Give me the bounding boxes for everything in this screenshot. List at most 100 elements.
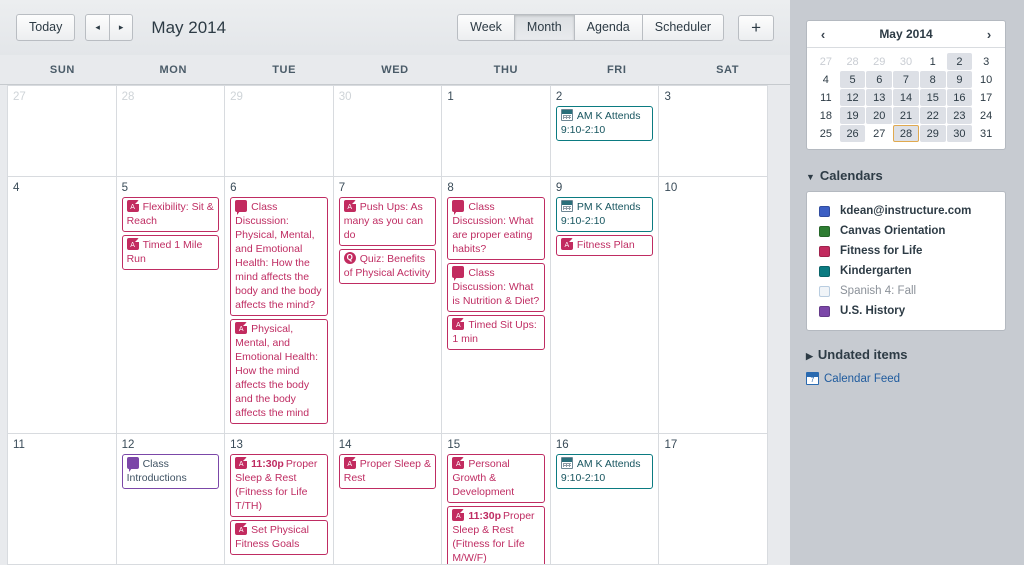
- mini-calendar-day[interactable]: 19: [839, 107, 866, 124]
- calendar-event[interactable]: Class Introductions: [121, 454, 220, 489]
- calendar-event[interactable]: Physical, Mental, and Emotional Health: …: [230, 318, 328, 424]
- day-cell-3[interactable]: 3: [659, 86, 769, 176]
- mini-calendar-day[interactable]: 25: [813, 125, 839, 142]
- calendar-event[interactable]: Class Discussion: What is Nutrition & Di…: [447, 262, 545, 312]
- calendar-color-swatch[interactable]: [819, 245, 830, 257]
- calendar-event[interactable]: AM K Attends 9:10-2:10: [555, 454, 654, 489]
- mini-calendar-day[interactable]: 16: [946, 89, 973, 106]
- calendar-color-swatch[interactable]: [819, 205, 830, 217]
- day-cell-13[interactable]: 13 11:30pProper Sleep & Rest (Fitness for…: [225, 434, 334, 564]
- calendar-event[interactable]: 11:30pProper Sleep & Rest (Fitness for L…: [230, 454, 328, 517]
- mini-calendar-day[interactable]: 29: [866, 53, 892, 70]
- day-cell-17[interactable]: 17: [659, 434, 769, 564]
- mini-calendar-day[interactable]: 30: [893, 53, 919, 70]
- mini-calendar-day[interactable]: 17: [973, 89, 999, 106]
- mini-calendar-day[interactable]: 27: [813, 53, 839, 70]
- mini-calendar-day[interactable]: 30: [946, 125, 973, 142]
- calendar-list-item-4[interactable]: Spanish 4: Fall: [807, 281, 1005, 301]
- mini-calendar-day[interactable]: 26: [839, 125, 866, 142]
- mini-calendar-day[interactable]: 23: [946, 107, 973, 124]
- calendar-feed-link[interactable]: Calendar Feed: [806, 372, 1006, 385]
- view-tab-agenda[interactable]: Agenda: [574, 14, 643, 41]
- prev-month-button[interactable]: ◂: [85, 14, 110, 41]
- mini-calendar-day[interactable]: 6: [866, 71, 893, 88]
- day-cell-15[interactable]: 15 Personal Growth & Development11:30pPro…: [442, 434, 551, 564]
- mini-calendar-day[interactable]: 2: [946, 53, 973, 70]
- mini-calendar-day[interactable]: 8: [919, 71, 946, 88]
- day-cell-14[interactable]: 14 Proper Sleep & Rest: [334, 434, 443, 564]
- calendar-event[interactable]: Flexibility: Sit & Reach: [121, 196, 220, 232]
- mini-calendar-day[interactable]: 28: [893, 125, 919, 142]
- calendar-event[interactable]: Set Physical Fitness Goals: [230, 520, 328, 555]
- mini-calendar-day[interactable]: 28: [840, 53, 866, 70]
- day-cell-11[interactable]: 11: [8, 434, 117, 564]
- calendar-color-swatch[interactable]: [819, 305, 830, 317]
- mini-calendar-day[interactable]: 14: [893, 89, 919, 106]
- calendar-color-swatch[interactable]: [819, 285, 830, 297]
- day-cell-4[interactable]: 4: [8, 176, 117, 433]
- calendar-event[interactable]: Fitness Plan: [555, 234, 654, 256]
- day-cell-29[interactable]: 29: [225, 86, 334, 176]
- mini-calendar-day[interactable]: 21: [893, 107, 919, 124]
- calendar-list-item-0[interactable]: kdean@instructure.com: [807, 201, 1005, 221]
- day-cell-5[interactable]: 5 Flexibility: Sit & Reach Timed 1 Mile Ru…: [117, 176, 226, 433]
- mini-next-month-button[interactable]: ›: [980, 27, 998, 42]
- mini-calendar-day[interactable]: 5: [839, 71, 866, 88]
- calendar-list-item-1[interactable]: Canvas Orientation: [807, 221, 1005, 241]
- mini-calendar-day[interactable]: 13: [866, 89, 893, 106]
- mini-calendar-day[interactable]: 4: [813, 71, 839, 88]
- calendar-list-item-3[interactable]: Kindergarten: [807, 261, 1005, 281]
- day-cell-2[interactable]: 2 AM K Attends 9:10-2:10: [551, 86, 660, 176]
- mini-calendar-day[interactable]: 18: [813, 107, 839, 124]
- day-cell-6[interactable]: 6 Class Discussion: Physical, Mental, and…: [225, 176, 334, 433]
- calendar-event[interactable]: Class Discussion: Physical, Mental, and …: [230, 196, 328, 316]
- mini-calendar-day[interactable]: 12: [839, 89, 866, 106]
- calendar-list-item-2[interactable]: Fitness for Life: [807, 241, 1005, 261]
- calendars-section-header[interactable]: ▼ Calendars: [806, 168, 1006, 183]
- mini-prev-month-button[interactable]: ‹: [814, 27, 832, 42]
- mini-calendar-day[interactable]: 1: [920, 53, 946, 70]
- day-cell-16[interactable]: 16 AM K Attends 9:10-2:10: [551, 434, 660, 564]
- undated-items-header[interactable]: ▶ Undated items: [806, 347, 1006, 362]
- day-cell-27[interactable]: 27: [8, 86, 117, 176]
- calendar-event[interactable]: Class Discussion: What are proper eating…: [447, 196, 545, 260]
- day-cell-1[interactable]: 1: [442, 86, 551, 176]
- day-cell-28[interactable]: 28: [117, 86, 226, 176]
- calendar-event[interactable]: Timed Sit Ups: 1 min: [447, 314, 545, 350]
- mini-calendar-day[interactable]: 15: [919, 89, 946, 106]
- calendar-event[interactable]: 11:30pProper Sleep & Rest (Fitness for L…: [447, 506, 545, 564]
- calendar-color-swatch[interactable]: [819, 225, 830, 237]
- today-button[interactable]: Today: [16, 14, 76, 41]
- mini-calendar-day[interactable]: 29: [919, 125, 946, 142]
- calendar-list-item-5[interactable]: U.S. History: [807, 301, 1005, 321]
- mini-calendar-day[interactable]: 31: [973, 125, 999, 142]
- view-tab-scheduler[interactable]: Scheduler: [642, 14, 725, 41]
- day-cell-10[interactable]: 10: [659, 176, 769, 433]
- calendar-event[interactable]: Quiz: Benefits of Physical Activity: [338, 248, 437, 284]
- day-cell-8[interactable]: 8 Class Discussion: What are proper eatin…: [442, 176, 551, 433]
- mini-calendar-day[interactable]: 27: [866, 125, 892, 142]
- mini-calendar-day[interactable]: 3: [973, 53, 999, 70]
- mini-calendar-day[interactable]: 10: [973, 71, 999, 88]
- day-cell-9[interactable]: 9 PM K Attends 9:10-2:10 Fitness Plan: [551, 176, 660, 433]
- day-cell-12[interactable]: 12 Class Introductions: [117, 434, 226, 564]
- view-tab-week[interactable]: Week: [457, 14, 515, 41]
- calendar-event[interactable]: Timed 1 Mile Run: [121, 234, 220, 270]
- calendar-event[interactable]: Push Ups: As many as you can do: [338, 196, 437, 246]
- mini-calendar-day[interactable]: 24: [973, 107, 999, 124]
- day-cell-30[interactable]: 30: [334, 86, 443, 176]
- calendar-color-swatch[interactable]: [819, 265, 830, 277]
- mini-calendar-day[interactable]: 22: [919, 107, 946, 124]
- mini-calendar-day[interactable]: 7: [893, 71, 919, 88]
- calendar-event[interactable]: Proper Sleep & Rest: [338, 454, 437, 489]
- calendar-event[interactable]: PM K Attends 9:10-2:10: [555, 196, 654, 232]
- calendar-event[interactable]: Personal Growth & Development: [447, 454, 545, 503]
- calendar-event[interactable]: AM K Attends 9:10-2:10: [555, 106, 654, 141]
- next-month-button[interactable]: ▸: [109, 14, 134, 41]
- add-event-button[interactable]: +: [738, 14, 774, 41]
- mini-calendar-day[interactable]: 20: [866, 107, 893, 124]
- mini-calendar-day[interactable]: 9: [946, 71, 973, 88]
- view-tab-month[interactable]: Month: [514, 14, 575, 41]
- day-cell-7[interactable]: 7 Push Ups: As many as you can do Quiz: Be…: [334, 176, 443, 433]
- mini-calendar-day[interactable]: 11: [813, 89, 839, 106]
